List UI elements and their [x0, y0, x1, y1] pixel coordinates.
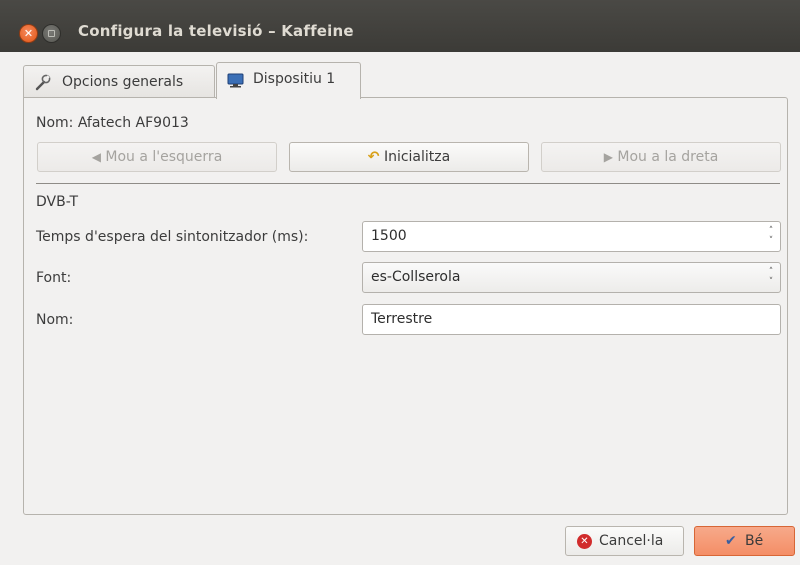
- checkmark-icon: ✔: [725, 533, 737, 549]
- combo-arrows-icon: ˄ ˅: [768, 267, 774, 287]
- cancel-label: Cancel·la: [599, 533, 664, 549]
- move-right-label: Mou a la dreta: [617, 149, 719, 165]
- close-icon[interactable]: ✕: [19, 24, 38, 43]
- window-title: Configura la televisió – Kaffeine: [78, 22, 354, 40]
- move-left-button[interactable]: ◀ Mou a l'esquerra: [37, 142, 277, 172]
- cancel-icon: ✕: [577, 534, 592, 549]
- move-right-button[interactable]: ▶ Mou a la dreta: [541, 142, 781, 172]
- name-label: Nom:: [36, 312, 74, 328]
- title-bar: ✕ Configura la televisió – Kaffeine: [0, 0, 800, 52]
- cancel-button[interactable]: ✕ Cancel·la: [565, 526, 684, 556]
- name-value: Terrestre: [371, 311, 433, 327]
- settings-dialog: ✕ Configura la televisió – Kaffeine Opci…: [0, 0, 800, 565]
- source-value: es-Collserola: [371, 269, 461, 285]
- tab-device-1[interactable]: Dispositiu 1: [216, 62, 361, 99]
- section-title: DVB-T: [36, 194, 79, 210]
- monitor-icon: [227, 73, 244, 88]
- arrow-left-icon: ◀: [91, 150, 101, 164]
- device-name: Nom: Afatech AF9013: [36, 115, 189, 131]
- arrow-right-icon: ▶: [603, 150, 613, 164]
- source-combobox[interactable]: es-Collserola ˄ ˅: [362, 262, 781, 293]
- move-left-label: Mou a l'esquerra: [105, 149, 223, 165]
- tab-label: Opcions generals: [62, 74, 184, 90]
- reset-label: Inicialitza: [383, 149, 451, 165]
- source-label: Font:: [36, 270, 72, 286]
- tab-label: Dispositiu 1: [253, 71, 336, 87]
- spin-arrows-icon[interactable]: ˄ ˅: [766, 226, 776, 248]
- timeout-label: Temps d'espera del sintonitzador (ms):: [36, 229, 309, 245]
- ok-label: Bé: [745, 533, 764, 549]
- name-input[interactable]: Terrestre: [362, 304, 781, 335]
- ok-button[interactable]: ✔ Bé: [694, 526, 795, 556]
- reset-button[interactable]: ↶ Inicialitza: [289, 142, 529, 172]
- separator: [36, 183, 780, 184]
- timeout-spinbox[interactable]: 1500 ˄ ˅: [362, 221, 781, 252]
- reset-icon: ↶: [367, 149, 380, 165]
- tab-general-options[interactable]: Opcions generals: [23, 65, 215, 98]
- wrench-icon: [35, 74, 51, 91]
- minimize-icon[interactable]: [42, 24, 61, 43]
- timeout-value: 1500: [371, 228, 407, 244]
